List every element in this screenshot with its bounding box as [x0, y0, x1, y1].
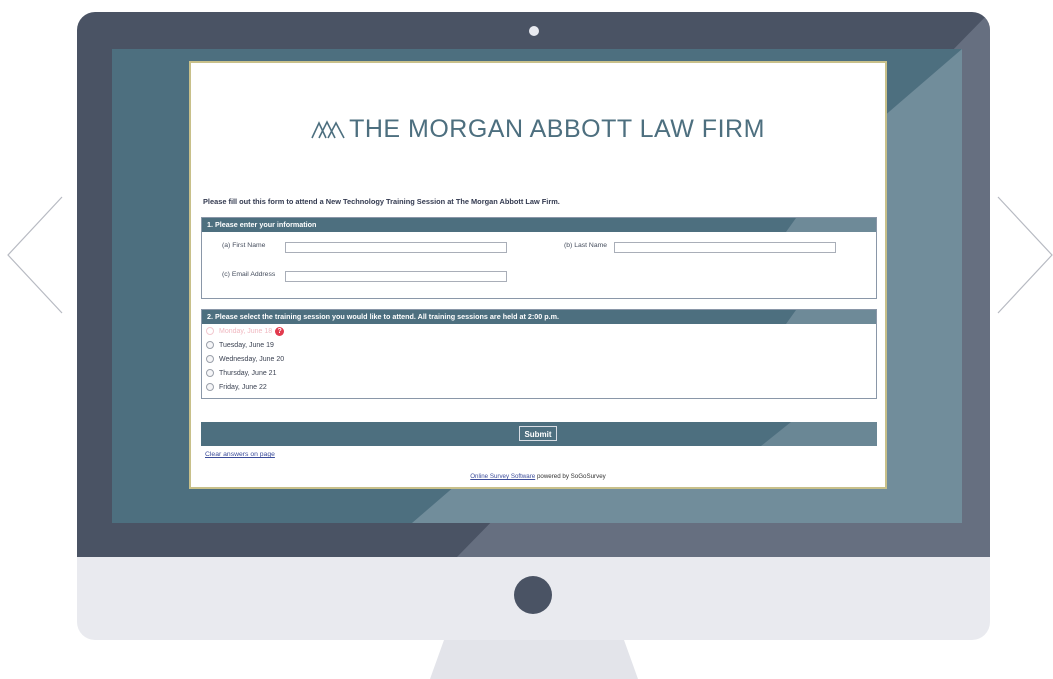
- session-option-friday[interactable]: Friday, June 22: [206, 381, 267, 393]
- first-name-input[interactable]: [285, 242, 507, 253]
- radio-button[interactable]: [206, 369, 214, 377]
- chevron-left-icon: [7, 196, 63, 314]
- online-survey-software-link[interactable]: Online Survey Software: [470, 473, 535, 480]
- radio-button[interactable]: [206, 383, 214, 391]
- section-heading-text: 1. Please enter your information: [207, 220, 317, 229]
- option-label: Friday, June 22: [219, 383, 267, 391]
- webcam-dot: [529, 26, 539, 36]
- option-label: Tuesday, June 19: [219, 341, 274, 349]
- radio-button[interactable]: [206, 355, 214, 363]
- firm-title: THE MORGAN ABBOTT LAW FIRM: [349, 115, 765, 143]
- section-heading-text: 2. Please select the training session yo…: [207, 312, 560, 321]
- email-label: (c) Email Address: [222, 271, 276, 278]
- survey-page: THE MORGAN ABBOTT LAW FIRM Please fill o…: [189, 61, 887, 489]
- email-input[interactable]: [285, 271, 507, 282]
- clear-answers-link[interactable]: Clear answers on page: [205, 451, 275, 458]
- alert-icon: ?: [275, 326, 285, 336]
- chevron-right-icon: [997, 196, 1053, 314]
- carousel-prev-button[interactable]: [4, 195, 64, 315]
- section-heading: 1. Please enter your information: [202, 218, 876, 232]
- footer: Online Survey Software powered by SoGoSu…: [191, 473, 885, 480]
- session-option-thursday[interactable]: Thursday, June 21: [206, 367, 276, 379]
- submit-bar: Submit: [201, 422, 877, 446]
- powered-by-text: powered by SoGoSurvey: [535, 473, 606, 480]
- mountain-logo-icon: [311, 117, 345, 146]
- last-name-input[interactable]: [614, 242, 836, 253]
- submit-button[interactable]: Submit: [519, 426, 557, 441]
- section-heading: 2. Please select the training session yo…: [202, 310, 876, 324]
- option-label: Thursday, June 21: [219, 369, 277, 377]
- last-name-label: (b) Last Name: [564, 242, 608, 249]
- intro-text: Please fill out this form to attend a Ne…: [203, 197, 560, 206]
- first-name-label: (a) First Name: [222, 242, 266, 249]
- session-option-wednesday[interactable]: Wednesday, June 20: [206, 353, 284, 365]
- session-option-monday: Monday, June 18 ?: [206, 325, 285, 337]
- section-session-select: 2. Please select the training session yo…: [201, 309, 877, 399]
- monitor-logo: [514, 576, 552, 614]
- carousel-next-button[interactable]: [996, 195, 1053, 315]
- firm-header: THE MORGAN ABBOTT LAW FIRM: [191, 115, 885, 146]
- option-label: Wednesday, June 20: [219, 355, 285, 363]
- radio-button: [206, 327, 214, 335]
- radio-button[interactable]: [206, 341, 214, 349]
- section-contact-info: 1. Please enter your information (a) Fir…: [201, 217, 877, 299]
- monitor-stand: [430, 640, 638, 679]
- option-label: Monday, June 18: [219, 327, 273, 335]
- session-option-tuesday[interactable]: Tuesday, June 19: [206, 339, 274, 351]
